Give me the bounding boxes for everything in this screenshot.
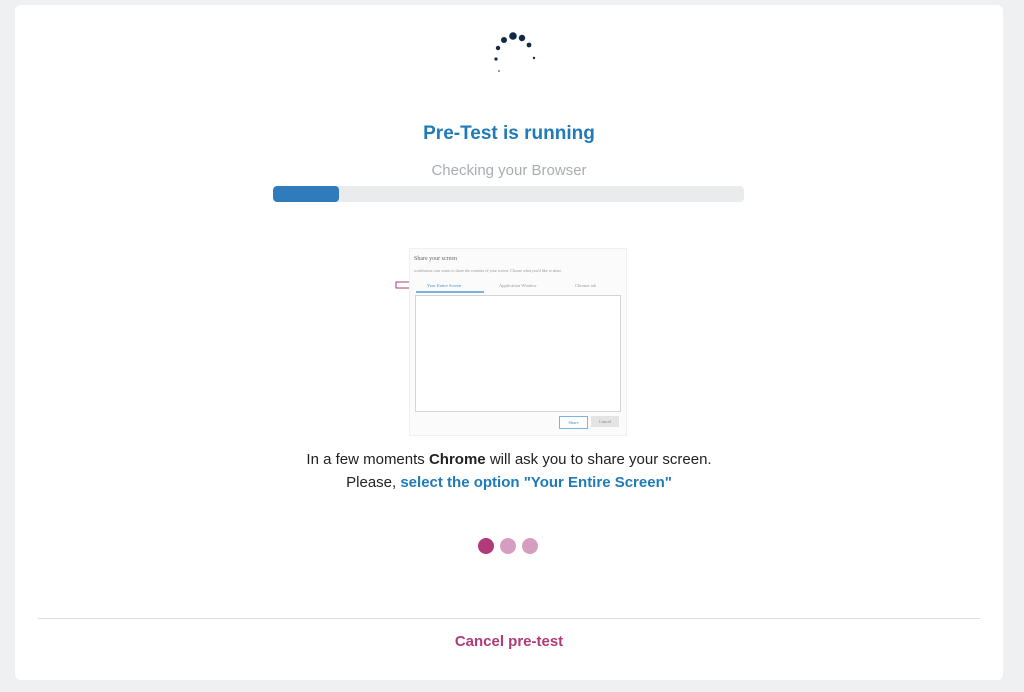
loading-spinner-icon [494,32,536,72]
select-option-hint: select the option "Your Entire Screen" [400,474,672,491]
progress-bar [273,186,744,202]
cancel-pretest-link[interactable]: Cancel pre-test [15,633,1003,650]
step-dot [500,538,516,554]
mock-tab-chrome-tab: Chrome tab [575,283,597,288]
step-dot [478,538,494,554]
mock-cancel-button: Cancel [591,416,619,427]
share-dialog-mock: Share your screen workfusion.com wants t… [409,248,627,436]
instruction-line-1: In a few moments Chrome will ask you to … [15,451,1003,468]
instruction-please: Please, [346,474,401,491]
pretest-card: Pre-Test is running Checking your Browse… [15,5,1003,680]
mock-dialog-title: Share your screen [414,256,457,262]
instruction-prefix: In a few moments [306,451,429,468]
mock-dialog-description: workfusion.com wants to share the conten… [414,268,563,273]
status-subtitle: Checking your Browser [431,162,587,179]
mock-tab-entire-screen: Your Entire Screen [427,283,462,288]
mock-screen-preview-area [415,295,621,412]
step-dot [522,538,538,554]
share-screen-illustration: Share your screen workfusion.com wants t… [395,248,627,436]
mock-active-tab-underline [416,291,484,293]
instruction-suffix: will ask you to share your screen. [485,451,712,468]
step-indicator [478,538,548,558]
mock-tab-application-window: Application Window [499,283,537,288]
page-title: Pre-Test is running [423,123,595,144]
progress-bar-fill [273,186,339,202]
browser-name: Chrome [428,451,486,468]
mock-share-button: Share [559,416,588,429]
footer-divider [38,618,980,619]
instruction-line-2: Please, select the option "Your Entire S… [15,474,1003,491]
